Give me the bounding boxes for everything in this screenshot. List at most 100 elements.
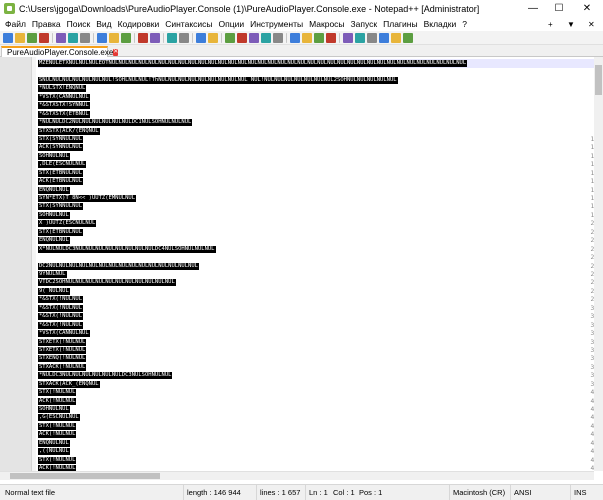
- redo-icon[interactable]: [150, 32, 160, 43]
- control-char-run: ,DLE(ESCNULNUL: [38, 161, 87, 169]
- menu-item[interactable]: Поиск: [64, 19, 94, 29]
- control-char-run: STX(ETBNULNUL: [38, 228, 84, 236]
- find-icon[interactable]: [167, 32, 177, 43]
- control-char-run: *VSTX(CANNULNUL: [38, 93, 90, 101]
- word-wrap-icon[interactable]: [249, 32, 259, 43]
- control-char-run: ACK(ETBNULNUL: [38, 178, 84, 186]
- menu-item[interactable]: Запуск: [348, 19, 381, 29]
- control-char-run: X )UUTZ(ESCNULNUL: [38, 220, 97, 228]
- minimize-button[interactable]: —: [521, 0, 545, 17]
- status-bar: Normal text file length : 146 944 lines …: [0, 484, 603, 500]
- menu-item[interactable]: Синтаксисы: [162, 19, 215, 29]
- save-macro-icon[interactable]: [403, 32, 413, 43]
- maximize-button[interactable]: ☐: [547, 0, 571, 17]
- new-file-icon[interactable]: [3, 32, 13, 43]
- control-char-run: MZÉNULETXNULNULNULEOTNULNULNULNULNULNULN…: [38, 60, 468, 67]
- control-char-run: *&STX(!NULNUL: [38, 313, 84, 321]
- zoom-in-icon[interactable]: [196, 32, 206, 43]
- menu-item[interactable]: Опции: [216, 19, 248, 29]
- control-char-run: ENQNULNUL: [38, 186, 70, 194]
- toolbar-separator: [163, 32, 164, 43]
- save-all-icon[interactable]: [39, 32, 49, 43]
- monitor-icon[interactable]: [343, 32, 353, 43]
- close-window-button[interactable]: ✕: [575, 0, 599, 17]
- language-icon[interactable]: [290, 32, 300, 43]
- control-char-run: *&STXSTX!SYNNUL: [38, 102, 90, 110]
- control-char-run: STX(SYNNULNUL: [38, 203, 84, 211]
- control-char-run: ,((NULNUL: [38, 448, 70, 456]
- playback-icon[interactable]: [379, 32, 389, 43]
- menu-item[interactable]: Файл: [2, 19, 29, 29]
- indent-guide-icon[interactable]: [273, 32, 283, 43]
- open-file-icon[interactable]: [15, 32, 25, 43]
- toolbar-separator: [192, 32, 193, 43]
- control-char-run: STX(!NULNUL: [38, 389, 77, 397]
- horizontal-scrollbar[interactable]: [0, 471, 594, 480]
- horizontal-scroll-thumb[interactable]: [10, 473, 160, 479]
- vertical-scroll-thumb[interactable]: [595, 65, 602, 95]
- paste-icon[interactable]: [121, 32, 131, 43]
- copy-icon[interactable]: [109, 32, 119, 43]
- menu-bar: Файл Правка Поиск Вид Кодировки Синтаксисы Опц…: [0, 17, 603, 31]
- menu-item[interactable]: ?: [459, 19, 470, 29]
- menu-plus-button[interactable]: +: [548, 20, 553, 29]
- control-char-run: 9YNULNUL: [38, 271, 67, 278]
- cut-icon[interactable]: [97, 32, 107, 43]
- control-char-run: SOHNULNUL: [38, 406, 70, 414]
- menu-dropdown-button[interactable]: ▼: [567, 20, 575, 29]
- doc-map-icon[interactable]: [302, 32, 312, 43]
- control-char-run: *NULSTX!ENQNUL: [38, 85, 87, 93]
- status-insert-mode: INS: [570, 485, 587, 500]
- menu-item[interactable]: Вкладки: [421, 19, 460, 29]
- print-icon[interactable]: [80, 32, 90, 43]
- file-tab[interactable]: PureAudioPlayer.Console.exe ✕: [1, 46, 119, 57]
- menu-item[interactable]: Правка: [29, 19, 64, 29]
- editor-area[interactable]: 1MZÉNULETXNULNULNULEOTNULNULNULNULNULNUL…: [0, 57, 603, 471]
- show-all-chars-icon[interactable]: [261, 32, 271, 43]
- control-char-run: *&STX(!NULNUL: [38, 296, 84, 304]
- control-char-run: SNULNULNULNULNULNULNUL!SOHLNULNUL!ThNULN…: [38, 76, 398, 84]
- control-char-run: DC2NULNULNULNULNULNULNULNULNULNULNULNULN…: [38, 262, 199, 270]
- control-char-run: STX(!NULNUL: [38, 456, 77, 464]
- folder-workspace-icon[interactable]: [326, 32, 336, 43]
- run-macro-icon[interactable]: [391, 32, 401, 43]
- menu-item[interactable]: Инструменты: [247, 19, 306, 29]
- control-char-run: ,G(ESCNULNUL: [38, 414, 80, 422]
- control-char-run: *&STXSTX(ETBNUL: [38, 110, 90, 118]
- tab-bar: PureAudioPlayer.Console.exe ✕: [0, 45, 603, 57]
- menu-item[interactable]: Кодировки: [115, 19, 163, 29]
- tab-close-icon[interactable]: ✕: [113, 49, 119, 56]
- menu-close-button[interactable]: ✕: [588, 20, 595, 29]
- control-char-run: ENQNULNUL: [38, 439, 70, 447]
- line-number-gutter: [0, 57, 32, 471]
- vertical-scrollbar[interactable]: [594, 57, 603, 471]
- status-encoding: ANSI: [510, 485, 532, 500]
- control-char-run: X*NULNULDC3NULNULNULNULNULNULNULNULDC4NU…: [38, 245, 216, 253]
- status-file-type: Normal text file: [5, 488, 56, 497]
- function-list-icon[interactable]: [314, 32, 324, 43]
- menu-item[interactable]: Вид: [93, 19, 114, 29]
- menu-item[interactable]: Плагины: [380, 19, 420, 29]
- control-char-run: ENQNULNUL: [38, 237, 70, 245]
- replace-icon[interactable]: [179, 32, 189, 43]
- sync-vertical-icon[interactable]: [225, 32, 235, 43]
- title-bar: C:\Users\jgoga\Downloads\PureAudioPlayer…: [0, 0, 603, 17]
- status-col: Col : 1: [333, 488, 355, 497]
- control-char-run: STXSTX(ACK/(ENQNUL: [38, 127, 100, 135]
- save-icon[interactable]: [27, 32, 37, 43]
- control-char-run: STXETX(!NULNUL: [38, 338, 87, 346]
- control-char-run: ACK(!NULNUL: [38, 431, 77, 439]
- toolbar-separator: [134, 32, 135, 43]
- undo-icon[interactable]: [138, 32, 148, 43]
- zoom-out-icon[interactable]: [208, 32, 218, 43]
- menu-item[interactable]: Макросы: [306, 19, 347, 29]
- toolbar-separator: [52, 32, 53, 43]
- close-all-icon[interactable]: [68, 32, 78, 43]
- close-icon[interactable]: [56, 32, 66, 43]
- fold-margin: [32, 57, 36, 471]
- control-char-run: ACK(SYNNULNUL: [38, 144, 84, 152]
- sync-horizontal-icon[interactable]: [237, 32, 247, 43]
- stop-record-icon[interactable]: [367, 32, 377, 43]
- record-macro-icon[interactable]: [355, 32, 365, 43]
- code-line[interactable]: ACK(!NULNUL: [38, 464, 594, 471]
